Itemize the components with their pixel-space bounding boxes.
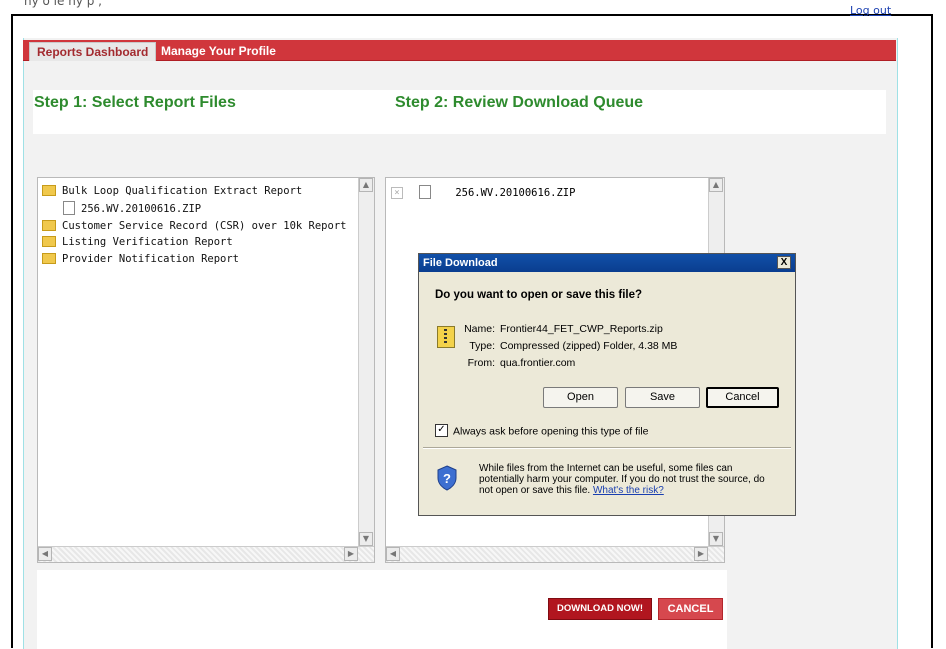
queue-item-label: 256.WV.20100616.ZIP	[455, 187, 576, 199]
whats-the-risk-link[interactable]: What's the risk?	[593, 485, 664, 496]
horizontal-scrollbar[interactable]: ◀ ▶	[386, 546, 724, 562]
horizontal-scrollbar[interactable]: ◀ ▶	[38, 546, 374, 562]
clipped-header-text: ny o le ny p ,	[24, 0, 102, 8]
save-button[interactable]: Save	[625, 387, 700, 408]
from-label: From:	[467, 357, 495, 369]
name-label: Name:	[464, 323, 495, 335]
type-value: Compressed (zipped) Folder, 4.38 MB	[500, 340, 678, 352]
open-button[interactable]: Open	[543, 387, 618, 408]
main-nav: Reports Dashboard Manage Your Profile	[23, 40, 896, 61]
file-type-row: Type: Compressed (zipped) Folder, 4.38 MB	[455, 340, 677, 352]
always-ask-checkbox[interactable]: ✓ Always ask before opening this type of …	[435, 424, 649, 438]
tree-item-listing-verification[interactable]: Listing Verification Report	[42, 235, 233, 248]
file-download-dialog: File Download X Do you want to open or s…	[418, 253, 796, 516]
scroll-down-icon[interactable]: ▼	[359, 532, 373, 546]
download-now-button[interactable]: DOWNLOAD NOW!	[548, 598, 652, 620]
file-name-row: Name: Frontier44_FET_CWP_Reports.zip	[455, 323, 663, 335]
svg-text:?: ?	[443, 471, 451, 486]
remove-icon[interactable]: ×	[391, 187, 403, 199]
tree-item-label: Customer Service Record (CSR) over 10k R…	[62, 220, 347, 232]
zip-folder-icon	[437, 326, 455, 348]
zip-file-icon	[63, 201, 75, 215]
tab-reports-dashboard[interactable]: Reports Dashboard	[29, 42, 157, 61]
step1-title: Step 1: Select Report Files	[34, 94, 236, 111]
top-strip: ny o le ny p ,	[0, 0, 946, 14]
dialog-divider	[423, 447, 791, 449]
scroll-down-icon[interactable]: ▼	[709, 532, 723, 546]
tab-manage-profile[interactable]: Manage Your Profile	[154, 42, 283, 60]
security-warning: While files from the Internet can be use…	[479, 463, 779, 496]
close-icon[interactable]: X	[777, 256, 791, 269]
cancel-button[interactable]: CANCEL	[658, 598, 723, 620]
tree-item-bulk-loop[interactable]: Bulk Loop Qualification Extract Report	[42, 184, 303, 197]
tree-item-provider-notification[interactable]: Provider Notification Report	[42, 252, 240, 265]
tree-item-label: 256.WV.20100616.ZIP	[81, 203, 202, 215]
folder-icon	[42, 252, 56, 264]
file-from-row: From: qua.frontier.com	[455, 357, 576, 369]
file-icon	[419, 185, 431, 199]
tree-item-label: Provider Notification Report	[62, 253, 240, 265]
vertical-scrollbar[interactable]: ▲ ▼	[358, 178, 374, 562]
report-files-panel: Bulk Loop Qualification Extract Report 2…	[37, 177, 375, 563]
tree-item-label: Listing Verification Report	[62, 236, 233, 248]
dialog-titlebar: File Download X	[419, 254, 795, 272]
steps-header: Step 1: Select Report Files Step 2: Revi…	[33, 90, 886, 134]
tree-item-label: Bulk Loop Qualification Extract Report	[62, 185, 303, 197]
checkbox-checked-icon[interactable]: ✓	[435, 424, 448, 437]
scroll-left-icon[interactable]: ◀	[386, 547, 400, 561]
folder-icon	[42, 219, 56, 231]
dialog-question: Do you want to open or save this file?	[435, 289, 643, 301]
from-value: qua.frontier.com	[500, 357, 576, 369]
tree-item-csr[interactable]: Customer Service Record (CSR) over 10k R…	[42, 219, 347, 232]
dialog-cancel-button[interactable]: Cancel	[706, 387, 779, 408]
scroll-right-icon[interactable]: ▶	[344, 547, 358, 561]
type-label: Type:	[469, 340, 495, 352]
queue-item: × 256.WV.20100616.ZIP	[391, 185, 576, 200]
security-shield-icon: ?	[437, 465, 457, 491]
step2-title: Step 2: Review Download Queue	[395, 94, 644, 111]
scroll-up-icon[interactable]: ▲	[359, 178, 373, 192]
tree-item-zip-file[interactable]: 256.WV.20100616.ZIP	[63, 201, 202, 216]
dialog-title: File Download	[423, 257, 498, 269]
checkbox-label: Always ask before opening this type of f…	[453, 425, 649, 438]
scroll-right-icon[interactable]: ▶	[694, 547, 708, 561]
folder-open-icon	[42, 184, 56, 196]
name-value: Frontier44_FET_CWP_Reports.zip	[500, 323, 663, 335]
scroll-left-icon[interactable]: ◀	[38, 547, 52, 561]
scroll-up-icon[interactable]: ▲	[709, 178, 723, 192]
folder-icon	[42, 235, 56, 247]
logout-link[interactable]: Log out	[850, 4, 891, 17]
